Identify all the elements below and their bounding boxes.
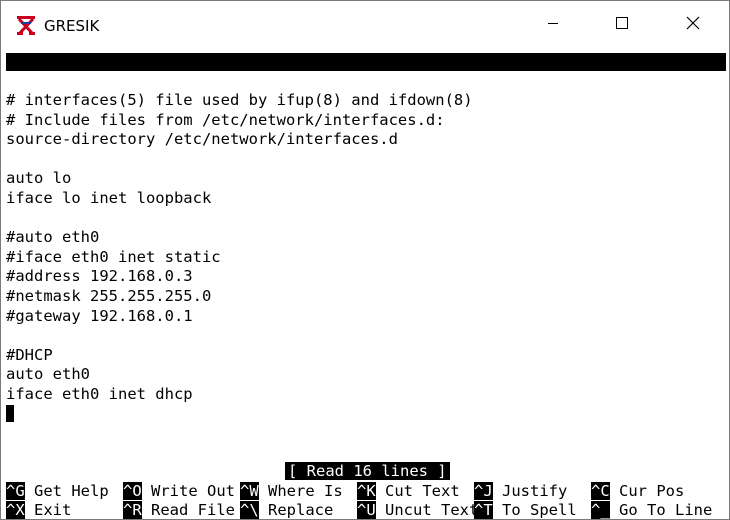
shortcut-read-file[interactable]: ^R Read File (123, 501, 235, 520)
shortcut-cur-pos[interactable]: ^C Cur Pos (591, 482, 684, 501)
shortcut-label: Justify (502, 482, 568, 500)
shortcut-key: ^C (591, 482, 610, 500)
shortcut-go-to-line[interactable]: ^_ Go To Line (591, 501, 712, 520)
shortcut-label: Get Help (34, 482, 109, 500)
text-cursor (6, 404, 14, 422)
shortcut-key: ^O (123, 482, 142, 500)
shortcut-key: ^K (357, 482, 376, 500)
shortcut-where-is[interactable]: ^W Where Is (240, 482, 343, 501)
shortcut-write-out[interactable]: ^O Write Out (123, 482, 235, 501)
maximize-icon (615, 16, 629, 35)
editor-buffer[interactable]: # interfaces(5) file used by ifup(8) and… (6, 91, 722, 424)
editor-line[interactable]: #auto eth0 (6, 228, 722, 248)
title-bar[interactable]: GRESIK (1, 1, 729, 49)
editor-line[interactable]: auto eth0 (6, 365, 722, 385)
editor-line[interactable]: #iface eth0 inet static (6, 248, 722, 268)
shortcut-key: ^T (474, 501, 493, 519)
editor-line[interactable] (6, 326, 722, 346)
shortcut-bar-row-2: ^X Exit ^R Read File ^\ Replace ^U Uncut… (6, 501, 726, 520)
app-icon (15, 14, 37, 36)
shortcut-exit[interactable]: ^X Exit (6, 501, 71, 520)
shortcut-label: To Spell (502, 501, 577, 519)
shortcut-uncut-text[interactable]: ^U Uncut Text (357, 501, 478, 520)
maximize-button[interactable] (599, 1, 645, 49)
close-icon (686, 16, 700, 35)
terminal-area[interactable]: GNU nano 2.7.4 File: /etc/network/interf… (2, 49, 728, 519)
minimize-icon (547, 16, 559, 34)
shortcut-key: ^U (357, 501, 376, 519)
close-button[interactable] (670, 1, 716, 49)
editor-line[interactable]: #DHCP (6, 346, 722, 366)
shortcut-key: ^W (240, 482, 259, 500)
editor-line[interactable]: iface eth0 inet dhcp (6, 385, 722, 405)
editor-line[interactable]: iface lo inet loopback (6, 189, 722, 209)
editor-line[interactable]: # interfaces(5) file used by ifup(8) and… (6, 91, 722, 111)
shortcut-key: ^J (474, 482, 493, 500)
shortcut-cut-text[interactable]: ^K Cut Text (357, 482, 460, 501)
shortcut-label: Read File (151, 501, 236, 519)
shortcut-to-spell[interactable]: ^T To Spell (474, 501, 577, 520)
shortcut-key: ^_ (591, 501, 610, 519)
shortcut-label: Replace (268, 501, 334, 519)
editor-line[interactable]: auto lo (6, 169, 722, 189)
shortcut-replace[interactable]: ^\ Replace (240, 501, 333, 520)
shortcut-label: Cur Pos (619, 482, 685, 500)
shortcut-bar-row-1: ^G Get Help ^O Write Out ^W Where Is ^K … (6, 482, 726, 501)
shortcut-get-help[interactable]: ^G Get Help (6, 482, 109, 501)
shortcut-key: ^X (6, 501, 25, 519)
shortcut-key: ^G (6, 482, 25, 500)
shortcut-label: Write Out (151, 482, 236, 500)
shortcut-key: ^R (123, 501, 142, 519)
shortcut-key: ^\ (240, 501, 259, 519)
window-title: GRESIK (44, 17, 100, 35)
minimize-button[interactable] (530, 1, 576, 49)
shortcut-label: Exit (34, 501, 72, 519)
editor-line[interactable]: #address 192.168.0.3 (6, 267, 722, 287)
shortcut-label: Cut Text (385, 482, 460, 500)
shortcut-label: Uncut Text (385, 501, 479, 519)
editor-line[interactable]: #gateway 192.168.0.1 (6, 307, 722, 327)
editor-line[interactable]: #netmask 255.255.255.0 (6, 287, 722, 307)
status-message: [ Read 16 lines ] (285, 462, 450, 480)
shortcut-label: Go To Line (619, 501, 713, 519)
editor-cursor-line[interactable] (6, 404, 722, 425)
nano-version: GNU nano 2.7.4 (22, 71, 153, 89)
shortcut-label: Where Is (268, 482, 343, 500)
editor-line[interactable]: source-directory /etc/network/interfaces… (6, 130, 722, 150)
editor-line[interactable]: # Include files from /etc/network/interf… (6, 111, 722, 131)
shortcut-justify[interactable]: ^J Justify (474, 482, 567, 501)
editor-line[interactable] (6, 150, 722, 170)
editor-line[interactable] (6, 209, 722, 229)
nano-header-bar: GNU nano 2.7.4 File: /etc/network/interf… (6, 53, 726, 107)
terminal-window: GRESIK GNU nano 2.7.4 File: /etc/network… (0, 0, 730, 520)
